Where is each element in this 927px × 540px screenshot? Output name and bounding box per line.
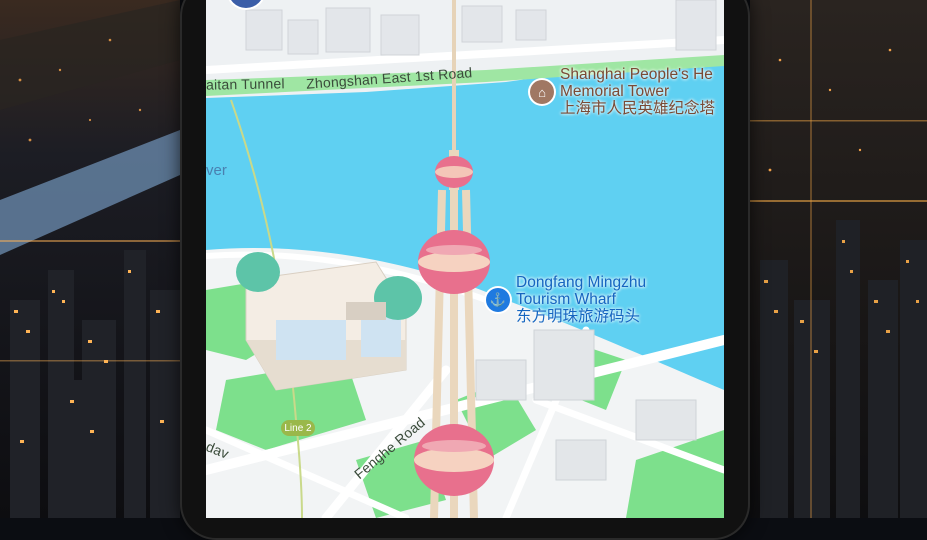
poi-memorial-tower[interactable]: ⌂ Shanghai People's He Memorial Tower 上海… — [530, 66, 715, 117]
road-label-tunnel: aitan Tunnel — [206, 75, 285, 93]
anchor-icon: ⚓ — [486, 288, 510, 312]
poi-memorial-name-line1: Shanghai People's He — [560, 66, 713, 83]
poi-tourism-wharf[interactable]: ⚓ Dongfang Mingzhu Tourism Wharf 东方明珠旅游码… — [486, 274, 646, 325]
poi-memorial-name-line2: Memorial Tower — [560, 83, 670, 100]
poi-wharf-name-line1: Dongfang Mingzhu — [516, 274, 647, 291]
river-label: ver — [206, 162, 227, 179]
city-night-background-right — [750, 0, 927, 518]
poi-wharf-name-zh: 东方明珠旅游码头 — [516, 308, 641, 325]
metro-line-badge[interactable]: Line 2 — [281, 420, 315, 436]
poi-memorial-name-zh: 上海市人民英雄纪念塔 — [560, 100, 716, 117]
city-night-background-left — [0, 0, 180, 518]
map-view[interactable]: aitan Tunnel Zhongshan East 1st Road Fen… — [206, 0, 724, 518]
monument-icon: ⌂ — [530, 80, 554, 104]
poi-wharf-name-line2: Tourism Wharf — [516, 291, 616, 308]
